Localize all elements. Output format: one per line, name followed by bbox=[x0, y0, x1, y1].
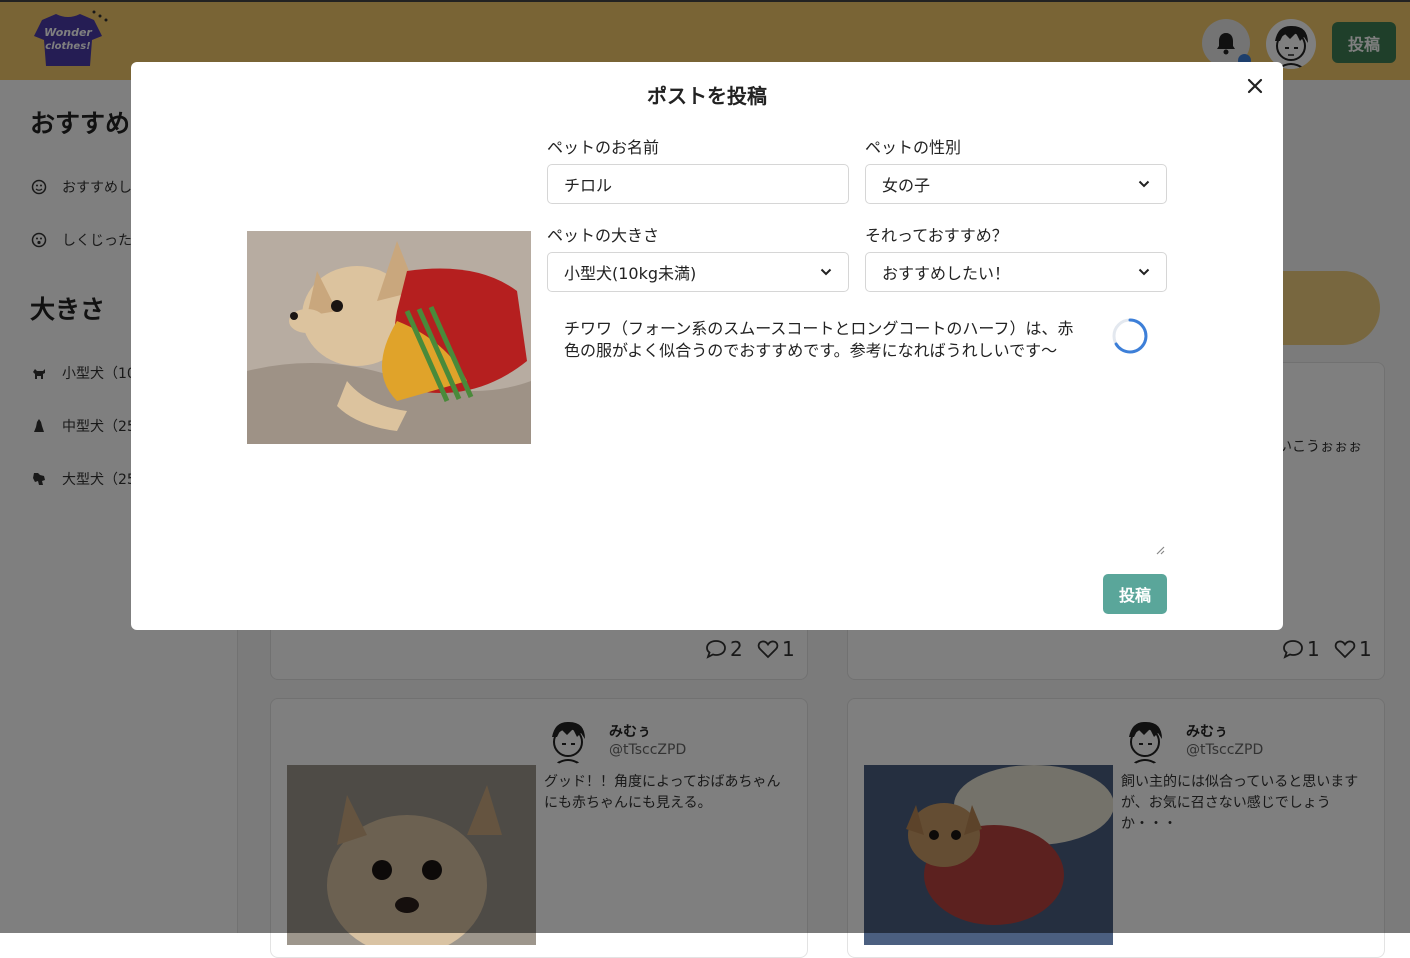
description-text: チワワ（フォーン系のスムースコートとロングコートのハーフ）は、赤色の服がよく似合… bbox=[564, 319, 1074, 360]
resize-handle-icon[interactable] bbox=[1155, 545, 1165, 555]
recommend-label: それっておすすめ？ bbox=[865, 226, 1008, 245]
chevron-down-icon bbox=[1138, 268, 1150, 276]
pet-size-select[interactable]: 小型犬(10kg未満) bbox=[547, 252, 849, 292]
close-button[interactable] bbox=[1243, 74, 1267, 98]
chevron-down-icon bbox=[1138, 180, 1150, 188]
pet-gender-select[interactable]: 女の子 bbox=[865, 164, 1167, 204]
recommend-select[interactable]: おすすめしたい！ bbox=[865, 252, 1167, 292]
pet-gender-label: ペットの性別 bbox=[865, 138, 962, 157]
submit-button[interactable]: 投稿 bbox=[1103, 574, 1167, 614]
post-modal: ポストを投稿 ペットのお名前 チロル ペットの性別 女の子 ペットの大きさ 小型… bbox=[131, 62, 1283, 630]
pet-name-input[interactable]: チロル bbox=[547, 164, 849, 204]
modal-title: ポストを投稿 bbox=[647, 84, 767, 108]
chevron-down-icon bbox=[820, 268, 832, 276]
pet-name-label: ペットのお名前 bbox=[547, 138, 660, 157]
upload-preview-photo[interactable] bbox=[247, 231, 531, 444]
pet-size-label: ペットの大きさ bbox=[547, 226, 660, 245]
close-icon bbox=[1247, 78, 1263, 94]
loading-spinner-icon bbox=[1112, 318, 1148, 354]
